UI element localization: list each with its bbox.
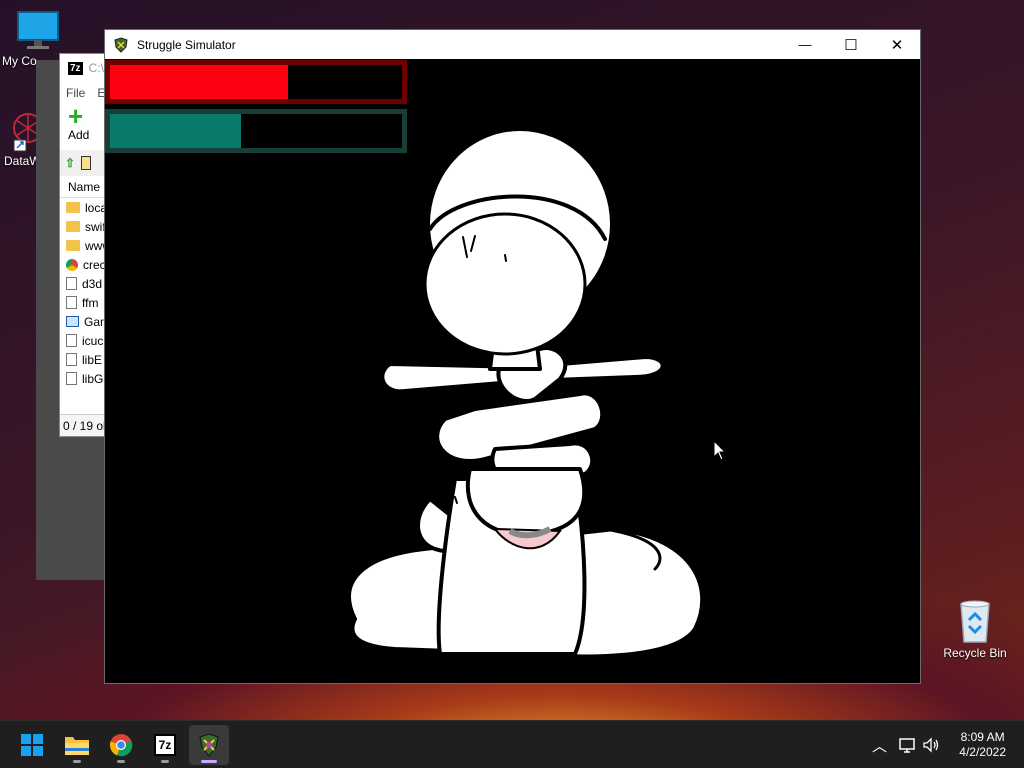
list-item-name: icuc bbox=[82, 333, 104, 348]
network-icon[interactable] bbox=[898, 737, 916, 753]
desktop-icon-recycle-bin[interactable]: Recycle Bin bbox=[943, 598, 1007, 660]
game-canvas[interactable] bbox=[105, 59, 920, 683]
running-indicator bbox=[161, 760, 169, 763]
running-indicator bbox=[117, 760, 125, 763]
file-icon bbox=[66, 372, 77, 385]
recycle-bin-icon bbox=[960, 600, 990, 643]
app-shield-icon bbox=[114, 36, 128, 53]
struggle-simulator-icon bbox=[199, 733, 219, 757]
list-item-name: ffm bbox=[82, 295, 99, 310]
chevron-up-icon[interactable]: ︿ bbox=[872, 735, 887, 756]
start-icon bbox=[21, 734, 43, 756]
bound-character-sprite bbox=[347, 127, 705, 659]
folder-icon bbox=[66, 240, 80, 251]
game-title-bar[interactable]: Struggle Simulator — ☐ ✕ bbox=[105, 30, 920, 59]
health-bar-track bbox=[110, 65, 402, 99]
list-item-name: crec bbox=[83, 257, 106, 272]
system-clock[interactable]: 8:09 AM 4/2/2022 bbox=[959, 730, 1006, 760]
address-icon[interactable] bbox=[81, 156, 92, 170]
chrome-icon bbox=[109, 734, 133, 757]
clock-time: 8:09 AM bbox=[960, 730, 1005, 744]
list-item-name: libG bbox=[82, 371, 104, 386]
monitor-icon bbox=[17, 11, 59, 49]
folder-icon bbox=[66, 221, 80, 232]
taskbar: 7z ︿ 8:09 AM 4/2/2022 bbox=[0, 720, 1024, 768]
list-item-name: d3d bbox=[82, 276, 103, 291]
taskbar-7zip[interactable]: 7z bbox=[145, 725, 185, 765]
mouse-cursor-icon bbox=[713, 440, 727, 461]
window-title: Struggle Simulator bbox=[137, 37, 236, 52]
health-bar-fill bbox=[110, 65, 289, 99]
file-icon bbox=[66, 296, 77, 309]
stamina-bar-fill bbox=[110, 114, 242, 148]
clock-date: 4/2/2022 bbox=[959, 745, 1006, 759]
file-explorer-icon bbox=[65, 737, 89, 755]
taskbar-chrome[interactable] bbox=[101, 725, 141, 765]
7zip-icon: 7z bbox=[153, 734, 177, 756]
list-item-name: libE bbox=[82, 352, 103, 367]
folder-up-icon[interactable]: ⇧ bbox=[65, 156, 75, 170]
file-icon bbox=[66, 277, 77, 290]
zip-menu-file[interactable]: File bbox=[66, 86, 85, 100]
minimize-button[interactable]: — bbox=[782, 30, 828, 59]
volume-icon[interactable] bbox=[922, 737, 940, 753]
zip-title: C:\ bbox=[88, 61, 104, 75]
close-button[interactable]: ✕ bbox=[874, 30, 920, 59]
app-icon bbox=[66, 316, 79, 327]
struggle-simulator-window[interactable]: Struggle Simulator — ☐ ✕ bbox=[104, 29, 921, 684]
recycle-bin-label: Recycle Bin bbox=[943, 646, 1007, 660]
active-indicator bbox=[201, 760, 217, 763]
taskbar-struggle-simulator[interactable] bbox=[189, 725, 229, 765]
maximize-button[interactable]: ☐ bbox=[828, 30, 874, 59]
7zip-logo-icon: 7z bbox=[68, 61, 83, 75]
chrome-icon bbox=[66, 258, 78, 271]
file-icon bbox=[66, 353, 77, 366]
start-button[interactable] bbox=[12, 725, 52, 765]
folder-icon bbox=[66, 202, 80, 213]
taskbar-file-explorer[interactable] bbox=[57, 725, 97, 765]
list-item-name: swif bbox=[85, 219, 106, 234]
health-bar bbox=[105, 60, 407, 104]
file-icon bbox=[66, 334, 77, 347]
running-indicator bbox=[73, 760, 81, 763]
